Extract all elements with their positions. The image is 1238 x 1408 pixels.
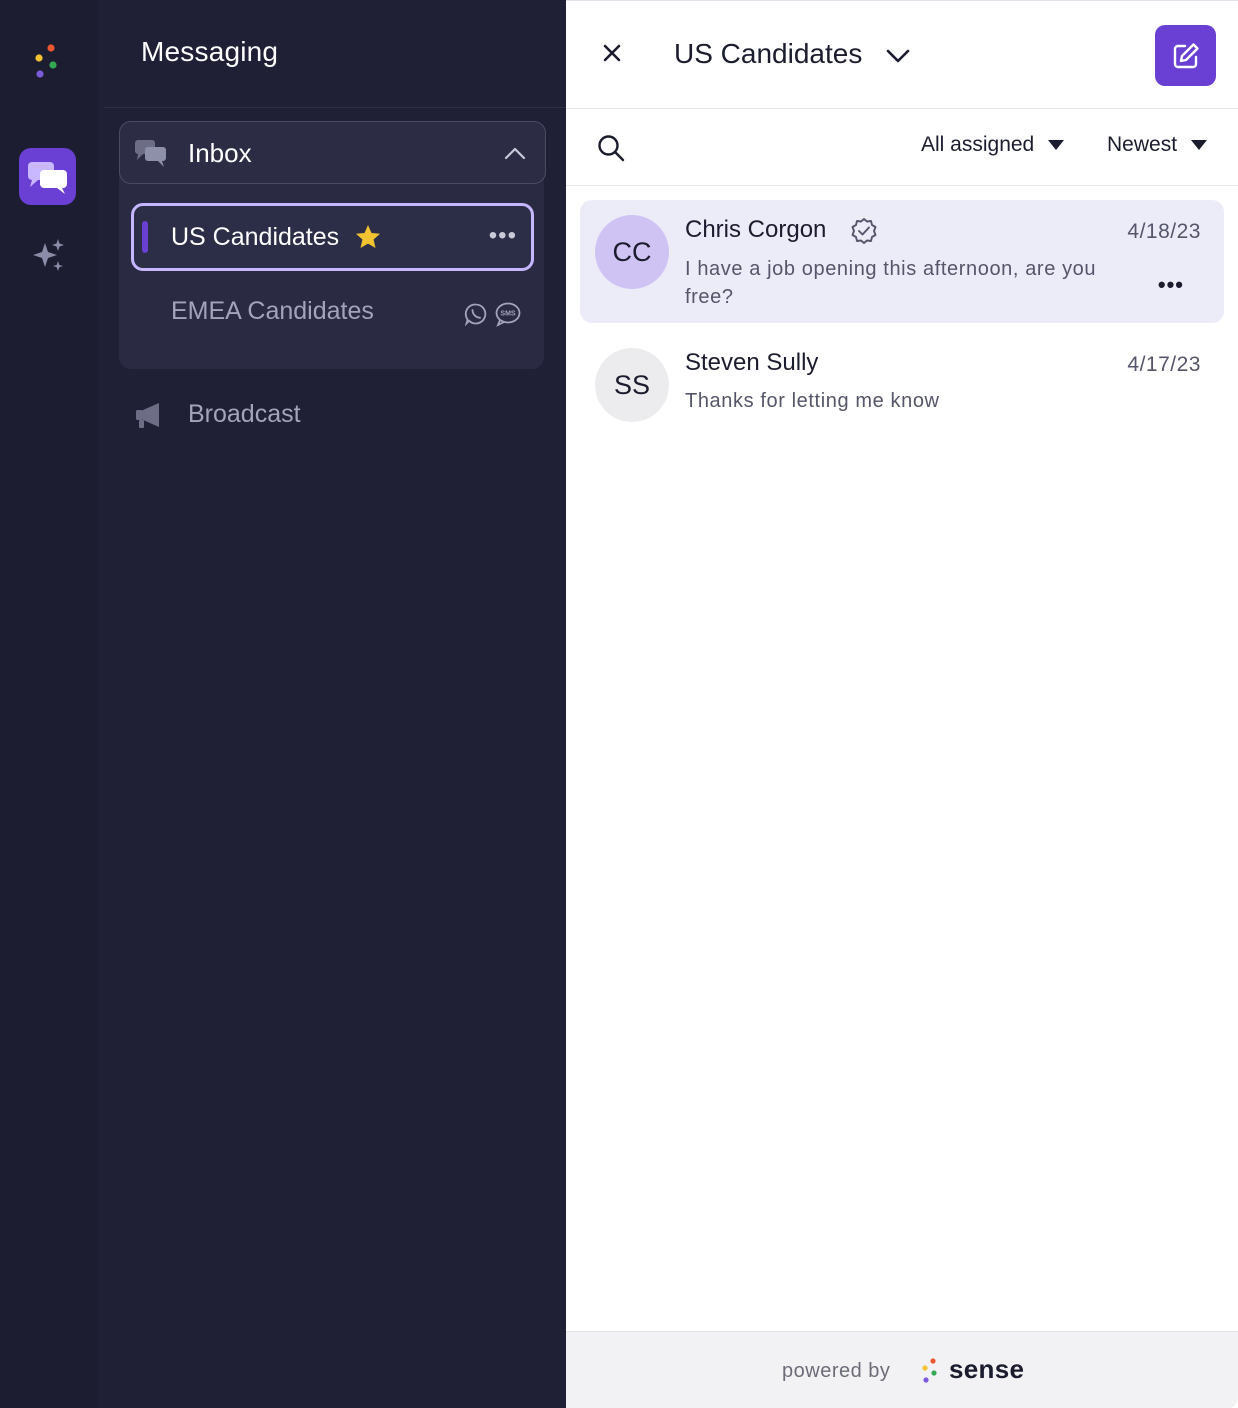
inbox-item-label: US Candidates xyxy=(171,223,340,251)
close-button[interactable] xyxy=(598,39,626,67)
sense-logo-icon[interactable] xyxy=(31,44,61,80)
inbox-group: Inbox US Candidates ••• EMEA Candidates … xyxy=(119,121,546,369)
whatsapp-icon xyxy=(464,303,487,326)
brand-name: sense xyxy=(949,1354,1025,1384)
inbox-label: Inbox xyxy=(188,138,252,168)
conversation-row[interactable]: SS Steven Sully 4/17/23 Thanks for letti… xyxy=(580,331,1224,435)
search-icon[interactable] xyxy=(596,133,626,163)
inbox-selector-title[interactable]: US Candidates xyxy=(674,38,862,70)
filter-bar: All assigned Newest xyxy=(566,109,1238,186)
inbox-chat-icon xyxy=(135,140,166,167)
contact-name: Steven Sully xyxy=(685,349,819,376)
contact-name: Chris Corgon xyxy=(685,216,827,243)
assigned-filter-label: All assigned xyxy=(921,133,1035,156)
inbox-toggle[interactable]: Inbox xyxy=(119,121,546,184)
conversation-date: 4/17/23 xyxy=(1127,353,1201,376)
powered-by-footer: powered by sense xyxy=(566,1331,1238,1408)
more-options-icon[interactable]: ••• xyxy=(489,222,517,250)
sidebar-title: Messaging xyxy=(141,36,279,67)
megaphone-icon xyxy=(136,403,159,428)
sidebar-divider xyxy=(104,107,566,108)
inbox-item-label: EMEA Candidates xyxy=(171,297,374,325)
conversation-date: 4/18/23 xyxy=(1127,220,1201,243)
sort-dropdown[interactable]: Newest xyxy=(1107,133,1208,157)
panel-header: US Candidates xyxy=(566,1,1238,109)
sidebar-item-broadcast[interactable]: Broadcast xyxy=(119,388,544,440)
assigned-filter-dropdown[interactable]: All assigned xyxy=(921,133,1065,157)
sms-badge: SMS xyxy=(500,311,516,318)
selected-indicator xyxy=(142,221,148,253)
avatar: CC xyxy=(595,215,669,289)
broadcast-label: Broadcast xyxy=(188,400,301,428)
messaging-sidebar: Messaging Inbox US Candidates ••• EMEA C… xyxy=(98,0,566,1408)
sms-icon: SMS xyxy=(495,302,521,327)
edit-icon xyxy=(1173,42,1199,68)
conversation-list-panel: US Candidates All assigned Newest CC Chr… xyxy=(566,0,1238,1408)
inbox-item-emea-candidates[interactable]: EMEA Candidates SMS xyxy=(131,283,534,343)
chat-bubbles-icon xyxy=(27,161,67,194)
close-icon xyxy=(603,44,621,62)
message-preview: I have a job opening this afternoon, are… xyxy=(685,258,1097,308)
star-icon[interactable] xyxy=(354,223,382,251)
chevron-down-icon[interactable] xyxy=(884,43,912,71)
caret-down-icon xyxy=(1048,140,1065,150)
icon-rail xyxy=(0,0,98,1408)
sort-label: Newest xyxy=(1107,133,1178,156)
sparkle-icon[interactable] xyxy=(29,237,67,275)
chevron-up-icon[interactable] xyxy=(503,142,527,166)
conversation-row[interactable]: CC Chris Corgon 4/18/23 I have a job ope… xyxy=(580,200,1224,323)
sense-logo-icon xyxy=(922,1358,937,1383)
powered-by-text: powered by xyxy=(782,1360,891,1382)
messaging-nav-button[interactable] xyxy=(19,148,76,205)
compose-button[interactable] xyxy=(1155,25,1216,86)
avatar: SS xyxy=(595,348,669,422)
more-options-icon[interactable]: ••• xyxy=(1158,272,1184,298)
inbox-item-us-candidates[interactable]: US Candidates ••• xyxy=(131,203,534,271)
caret-down-icon xyxy=(1191,140,1208,150)
verified-badge-icon xyxy=(851,218,877,244)
message-preview: Thanks for letting me know xyxy=(685,390,940,412)
